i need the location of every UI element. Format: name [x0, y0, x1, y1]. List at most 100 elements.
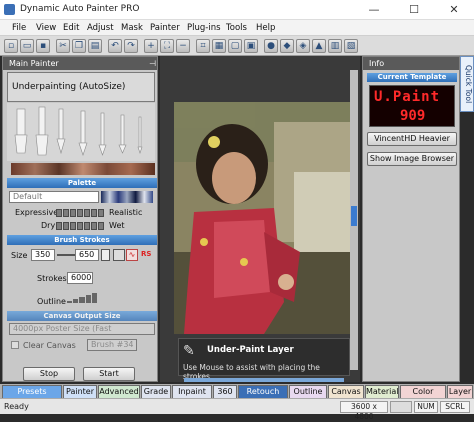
menu-adjust[interactable]: Adjust — [87, 23, 114, 33]
tab-360[interactable]: 360 — [213, 385, 237, 398]
tab-grade[interactable]: Grade — [141, 385, 171, 398]
led-line-1: U.Paint — [374, 89, 441, 105]
stop-button[interactable]: Stop — [23, 367, 75, 381]
menu-help[interactable]: Help — [256, 23, 275, 33]
rs-label[interactable]: RS — [141, 250, 151, 258]
crop-icon[interactable]: ⌗ — [196, 39, 210, 53]
brush-count[interactable]: Brush #34 — [87, 339, 137, 351]
size-range-bar[interactable] — [57, 254, 75, 256]
info-panel: Info Current Template U.Paint 909 Vincen… — [362, 56, 460, 382]
outline-label: Outline — [37, 297, 66, 306]
tab-painter[interactable]: Painter — [63, 385, 97, 398]
menu-bar: File View Edit Adjust Mask Painter Plug-… — [0, 20, 474, 36]
pin-icon[interactable]: ⊣ — [149, 59, 156, 68]
minimize-button[interactable]: — — [354, 0, 394, 20]
tooltip-title: Under-Paint Layer — [207, 345, 294, 355]
open-icon[interactable]: ▭ — [20, 39, 34, 53]
tab-inpaint[interactable]: Inpaint — [172, 385, 212, 398]
status-scrl: SCRL — [440, 401, 470, 413]
panel-title: Main Painter — [3, 57, 157, 70]
outline-slider[interactable] — [67, 293, 98, 303]
warning-icon[interactable]: ▲ — [312, 39, 326, 53]
menu-view[interactable]: View — [36, 23, 56, 33]
cut-icon[interactable]: ✂ — [56, 39, 70, 53]
menu-mask[interactable]: Mask — [121, 23, 143, 33]
palette-select[interactable]: Default — [9, 191, 99, 203]
horizontal-scrollbar[interactable] — [184, 378, 344, 382]
menu-painter[interactable]: Painter — [150, 23, 180, 33]
tab-material[interactable]: Material — [365, 385, 399, 398]
status-bar: Ready 3600 x 4800 NUM SCRL — [0, 398, 474, 421]
dry-label: Dry — [41, 221, 56, 230]
clear-canvas-checkbox[interactable] — [11, 341, 19, 349]
canvas-output-header[interactable]: Canvas Output Size — [7, 311, 157, 321]
tab-canvas[interactable]: Canvas — [328, 385, 364, 398]
expressive-slider[interactable] — [56, 207, 104, 217]
palette-swatch[interactable] — [101, 191, 153, 203]
window-title: Dynamic Auto Painter PRO — [20, 4, 140, 14]
strokes-label: Strokes — [37, 274, 67, 283]
start-button[interactable]: Start — [83, 367, 135, 381]
palette-header[interactable]: Palette — [7, 178, 157, 188]
painter-name-box[interactable]: Underpainting (AutoSize) — [7, 72, 155, 102]
tab-retouch[interactable]: Retouch — [238, 385, 288, 398]
redo-icon[interactable]: ↷ — [124, 39, 138, 53]
fit-icon[interactable]: ⛶ — [160, 39, 174, 53]
menu-file[interactable]: File — [12, 23, 26, 33]
painting-canvas[interactable] — [174, 102, 350, 334]
clear-canvas-label: Clear Canvas — [23, 341, 76, 350]
size-max-input[interactable]: 650 — [75, 249, 99, 261]
current-template-header: Current Template — [367, 73, 457, 82]
maximize-button[interactable]: ☐ — [394, 0, 434, 20]
save-icon[interactable]: ▪ — [36, 39, 50, 53]
vertical-scrollbar[interactable] — [350, 70, 358, 370]
canvas-area[interactable]: ✎ Under-Paint Layer Use Mouse to assist … — [160, 56, 360, 382]
layers-icon[interactable]: ◆ — [280, 39, 294, 53]
scroll-thumb[interactable] — [351, 206, 357, 226]
led-display: U.Paint 909 — [369, 85, 455, 127]
menu-tools[interactable]: Tools — [226, 23, 247, 33]
menu-plugins[interactable]: Plug-ins — [187, 23, 221, 33]
paste-icon[interactable]: ▤ — [88, 39, 102, 53]
tab-outline[interactable]: Outline — [289, 385, 327, 398]
paint-icon[interactable]: ● — [264, 39, 278, 53]
status-empty — [390, 401, 412, 413]
tool-icon[interactable]: ▧ — [344, 39, 358, 53]
gallery-icon[interactable]: ▥ — [328, 39, 342, 53]
tab-layer[interactable]: Layer — [447, 385, 473, 398]
app-icon — [4, 4, 15, 15]
template-name-button[interactable]: VincentHD Heavier — [367, 132, 457, 146]
curve-icon[interactable]: ∿ — [126, 249, 138, 261]
painter-name: Underpainting (AutoSize) — [12, 82, 126, 92]
menu-edit[interactable]: Edit — [63, 23, 79, 33]
copy-icon[interactable]: ❐ — [72, 39, 86, 53]
zoom-out-icon[interactable]: − — [176, 39, 190, 53]
undo-icon[interactable]: ↶ — [108, 39, 122, 53]
size-min-input[interactable]: 350 — [31, 249, 55, 261]
status-text: Ready — [4, 402, 29, 411]
tooltip-panel: ✎ Under-Paint Layer Use Mouse to assist … — [178, 338, 350, 381]
rect-icon[interactable]: ▢ — [228, 39, 242, 53]
toolbar: ▫ ▭ ▪ ✂ ❐ ▤ ↶ ↷ + ⛶ − ⌗ ▦ ▢ ▣ ● ◆ ◈ ▲ ▥ … — [0, 36, 474, 56]
brushes-icon — [14, 106, 143, 156]
tab-color-adjust[interactable]: Color Adjust — [400, 385, 446, 408]
tab-presets[interactable]: Presets — [2, 385, 62, 398]
show-image-browser-button[interactable]: Show Image Browser — [367, 152, 457, 166]
new-icon[interactable]: ▫ — [4, 39, 18, 53]
quick-tool-tab[interactable]: Quick Tool — [460, 56, 474, 112]
tab-advanced[interactable]: Advanced — [98, 385, 140, 398]
zoom-in-icon[interactable]: + — [144, 39, 158, 53]
close-button[interactable]: ✕ — [434, 0, 474, 20]
main-painter-panel: Main Painter ⊣ Underpainting (AutoSize) … — [2, 56, 158, 382]
mask-icon[interactable]: ◈ — [296, 39, 310, 53]
strokes-input[interactable]: 6000 — [67, 272, 93, 284]
title-bar: Dynamic Auto Painter PRO — ☐ ✕ — [0, 0, 474, 20]
canvas-size-select[interactable]: 4000px Poster Size (Fast — [9, 323, 155, 335]
expressive-label: Expressive — [15, 208, 59, 217]
frame-icon[interactable]: ▣ — [244, 39, 258, 53]
brush-size-icon[interactable] — [113, 249, 125, 261]
grid-icon[interactable]: ▦ — [212, 39, 226, 53]
brush-strokes-header[interactable]: Brush Strokes — [7, 235, 157, 245]
dry-wet-slider[interactable] — [56, 220, 104, 230]
lock-icon[interactable] — [101, 249, 110, 261]
